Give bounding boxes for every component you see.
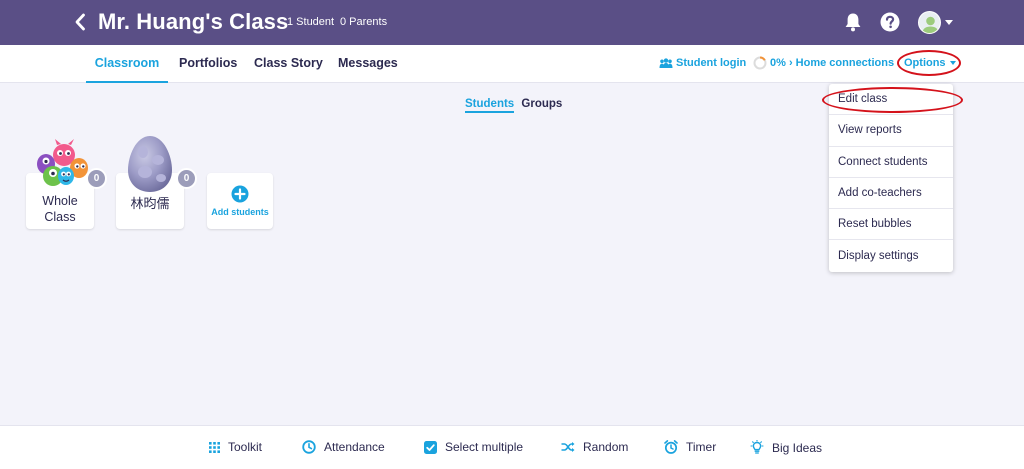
clock-icon <box>302 440 316 454</box>
timer-button[interactable]: Timer <box>664 440 716 454</box>
students-group-icon <box>659 58 673 68</box>
user-avatar-icon <box>922 16 939 33</box>
sub-navigation: Classroom Portfolios Class Story Message… <box>0 45 1024 83</box>
students-count: 1 Student <box>287 16 335 28</box>
back-button[interactable] <box>70 10 90 34</box>
grid-dots-icon <box>209 441 220 453</box>
menu-item-add-co-teachers[interactable]: Add co-teachers <box>829 178 953 210</box>
lightbulb-icon <box>750 440 764 454</box>
menu-item-reset-bubbles[interactable]: Reset bubbles <box>829 209 953 241</box>
caret-down-icon <box>945 20 953 25</box>
timer-label: Timer <box>686 440 717 454</box>
whole-class-label-line2: Class <box>44 210 76 224</box>
avatar <box>918 11 941 34</box>
attendance-button[interactable]: Attendance <box>302 440 385 454</box>
plus-circle-icon <box>231 185 249 203</box>
student-login-label: Student login <box>676 57 747 69</box>
menu-item-view-reports[interactable]: View reports <box>829 115 953 147</box>
notifications-button[interactable] <box>842 11 864 33</box>
top-header: Mr. Huang's Class 1 Student 0 Parents <box>0 0 1024 45</box>
student-name: 林昀儒 <box>130 196 170 211</box>
random-button[interactable]: Random <box>561 440 628 454</box>
student-points-badge: 0 <box>176 168 197 189</box>
parents-count: 0 Parents <box>340 16 388 28</box>
toolkit-button[interactable]: Toolkit <box>209 440 262 454</box>
toggle-students[interactable]: Students <box>465 98 515 113</box>
menu-item-connect-students[interactable]: Connect students <box>829 147 953 178</box>
bell-icon <box>845 13 861 32</box>
whole-class-label-line1: Whole <box>42 194 78 208</box>
student-login-link[interactable]: Student login <box>659 57 746 69</box>
tab-portfolios[interactable]: Portfolios <box>179 45 237 83</box>
toggle-groups[interactable]: Groups <box>521 98 562 110</box>
tab-classroom[interactable]: Classroom <box>86 45 168 83</box>
chevron-left-icon <box>75 13 85 31</box>
account-menu[interactable] <box>918 11 954 35</box>
bottom-toolbar: Toolkit Attendance Select multiple Rando… <box>0 425 1024 469</box>
alarm-clock-icon <box>664 440 678 454</box>
shuffle-icon <box>561 442 575 452</box>
select-multiple-label: Select multiple <box>445 440 524 454</box>
big-ideas-button[interactable]: Big Ideas <box>750 440 822 455</box>
random-label: Random <box>583 440 629 454</box>
whole-class-label: Whole Class <box>26 193 94 225</box>
add-students-label: Add students <box>211 207 269 217</box>
egg-avatar-icon <box>128 136 172 192</box>
class-monsters-illustration <box>33 138 91 188</box>
attendance-label: Attendance <box>324 440 385 454</box>
question-circle-icon <box>880 12 900 32</box>
progress-ring-icon <box>753 56 767 70</box>
help-button[interactable] <box>879 11 901 33</box>
annotation-ring-options <box>897 50 961 76</box>
tab-messages[interactable]: Messages <box>338 45 398 83</box>
select-multiple-button[interactable]: Select multiple <box>424 440 523 454</box>
big-ideas-label: Big Ideas <box>772 440 823 455</box>
add-students-card[interactable]: Add students <box>207 173 273 229</box>
whole-class-points-badge: 0 <box>86 168 107 189</box>
class-title: Mr. Huang's Class <box>98 9 289 34</box>
home-connections-label: 0% › Home connections <box>770 57 895 69</box>
menu-item-display-settings[interactable]: Display settings <box>829 241 953 272</box>
view-toggle: Students Groups <box>465 98 562 113</box>
toolkit-label: Toolkit <box>228 440 263 454</box>
tab-class-story[interactable]: Class Story <box>254 45 323 83</box>
annotation-ring-edit-class <box>822 87 963 113</box>
home-connections-link[interactable]: 0% › Home connections <box>753 56 894 70</box>
checkbox-icon <box>424 440 437 454</box>
monsters-icon <box>37 139 88 186</box>
student-egg-avatar <box>125 134 175 194</box>
